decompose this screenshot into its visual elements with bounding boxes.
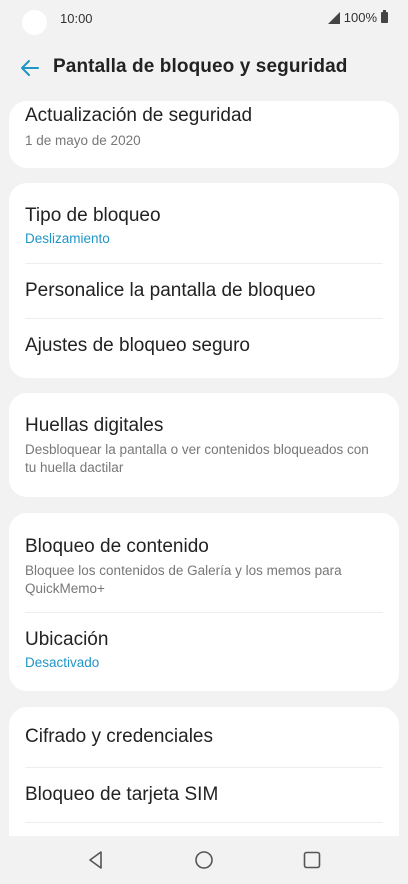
fingerprints-item[interactable]: Huellas digitales Desbloquear la pantall… (9, 393, 399, 477)
location-label: Ubicación (25, 629, 109, 650)
back-arrow-icon[interactable] (18, 56, 42, 80)
recents-square-icon[interactable] (300, 848, 324, 872)
status-bar: 10:00 100% (0, 0, 408, 40)
lock-settings-card: Tipo de bloqueo Deslizamiento Personalic… (9, 183, 399, 378)
content-location-card: Bloqueo de contenido Bloquee los conteni… (9, 513, 399, 691)
customize-lock-screen-item[interactable]: Personalice la pantalla de bloqueo (9, 264, 399, 318)
content-lock-label: Bloqueo de contenido (25, 536, 209, 557)
lock-type-value: Deslizamiento (25, 231, 110, 246)
encryption-credentials-label: Cifrado y credenciales (25, 726, 213, 747)
fingerprints-card: Huellas digitales Desbloquear la pantall… (9, 393, 399, 497)
location-value: Desactivado (25, 655, 100, 670)
app-header: Pantalla de bloqueo y seguridad (0, 48, 408, 88)
fingerprints-description: Desbloquear la pantalla o ver contenidos… (25, 442, 369, 475)
security-update-label: Actualización de seguridad (25, 105, 253, 126)
lock-type-item[interactable]: Tipo de bloqueo Deslizamiento (9, 183, 399, 263)
sim-lock-label: Bloqueo de tarjeta SIM (25, 784, 219, 805)
content-lock-item[interactable]: Bloqueo de contenido Bloquee los conteni… (9, 513, 399, 612)
back-triangle-icon[interactable] (84, 848, 108, 872)
secure-lock-settings-label: Ajustes de bloqueo seguro (25, 335, 250, 356)
location-item[interactable]: Ubicación Desactivado (9, 613, 399, 672)
content-lock-description: Bloquee los contenidos de Galería y los … (25, 563, 342, 596)
page-title: Pantalla de bloqueo y seguridad (53, 56, 348, 77)
status-icons: 100% (327, 10, 388, 25)
status-time: 10:00 (60, 11, 93, 26)
signal-icon (327, 11, 340, 24)
security-update-value: 1 de mayo de 2020 (25, 133, 141, 148)
home-circle-icon[interactable] (192, 848, 216, 872)
lock-type-label: Tipo de bloqueo (25, 205, 161, 226)
divider (25, 822, 383, 823)
encryption-sim-card: Cifrado y credenciales Bloqueo de tarjet… (9, 707, 399, 836)
customize-lock-screen-label: Personalice la pantalla de bloqueo (25, 280, 316, 301)
sim-lock-item[interactable]: Bloqueo de tarjeta SIM (9, 768, 399, 822)
security-update-card: Actualización de seguridad 1 de mayo de … (9, 101, 399, 168)
security-update-item[interactable]: Actualización de seguridad 1 de mayo de … (9, 101, 399, 150)
fingerprints-label: Huellas digitales (25, 415, 164, 436)
encryption-credentials-item[interactable]: Cifrado y credenciales (9, 707, 399, 767)
secure-lock-settings-item[interactable]: Ajustes de bloqueo seguro (9, 319, 399, 373)
battery-percent: 100% (343, 10, 377, 25)
battery-icon (381, 10, 388, 23)
navigation-bar (0, 836, 408, 884)
camera-cutout (22, 10, 47, 35)
